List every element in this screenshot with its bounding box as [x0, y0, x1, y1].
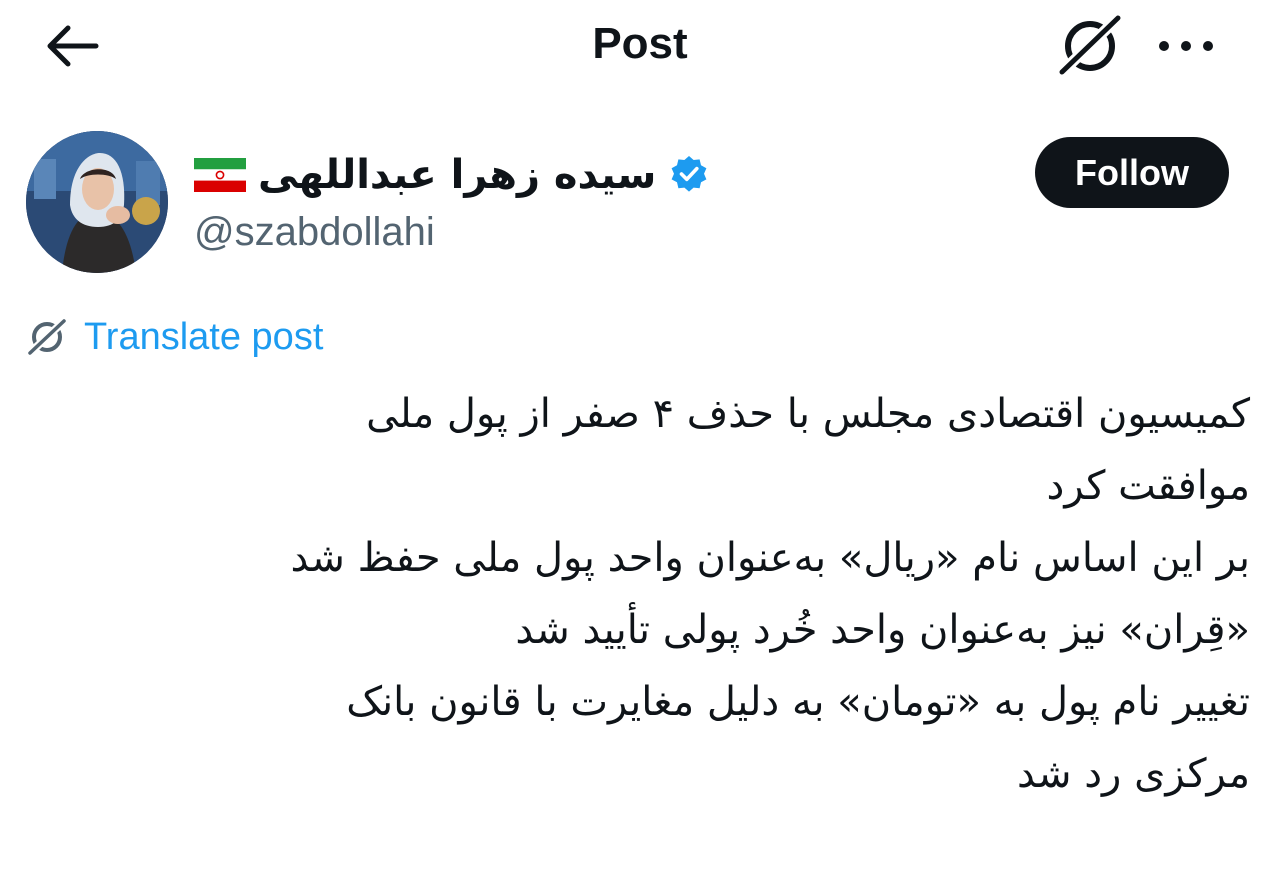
more-horizontal-icon — [1159, 41, 1213, 51]
iran-flag-icon — [194, 158, 246, 192]
grok-icon — [26, 317, 68, 357]
post-text-line: «قِران» نیز به‌عنوان واحد خُرد پولی تأیی… — [515, 607, 1250, 653]
avatar[interactable] — [26, 131, 168, 273]
follow-button[interactable]: Follow — [1035, 137, 1229, 208]
author-name-row: سیده زهرا عبداللهی — [194, 145, 710, 205]
user-handle[interactable]: @szabdollahi — [194, 206, 435, 258]
grok-button[interactable] — [1056, 12, 1124, 78]
more-options-button[interactable] — [1156, 26, 1216, 66]
post-text-line: تغییر نام پول به «تومان» به دلیل مغایرت … — [346, 679, 1250, 725]
profile-photo — [26, 131, 168, 273]
translate-post-label[interactable]: Translate post — [84, 310, 323, 364]
post-text-line: بر این اساس نام «ریال» به‌عنوان واحد پول… — [290, 535, 1250, 581]
translate-post-link[interactable]: Translate post — [26, 310, 323, 364]
top-app-bar: Post — [0, 0, 1280, 92]
post-text: کمیسیون اقتصادی مجلس با حذف ۴ صفر از پول… — [100, 378, 1250, 810]
post-text-line: کمیسیون اقتصادی مجلس با حذف ۴ صفر از پول… — [366, 391, 1250, 437]
verified-badge-icon — [671, 156, 707, 192]
display-name[interactable]: سیده زهرا عبداللهی — [258, 147, 656, 203]
post-text-line: موافقت کرد — [1046, 463, 1250, 509]
grok-icon — [1056, 12, 1124, 78]
post-text-line: مرکزی رد شد — [1017, 751, 1250, 797]
